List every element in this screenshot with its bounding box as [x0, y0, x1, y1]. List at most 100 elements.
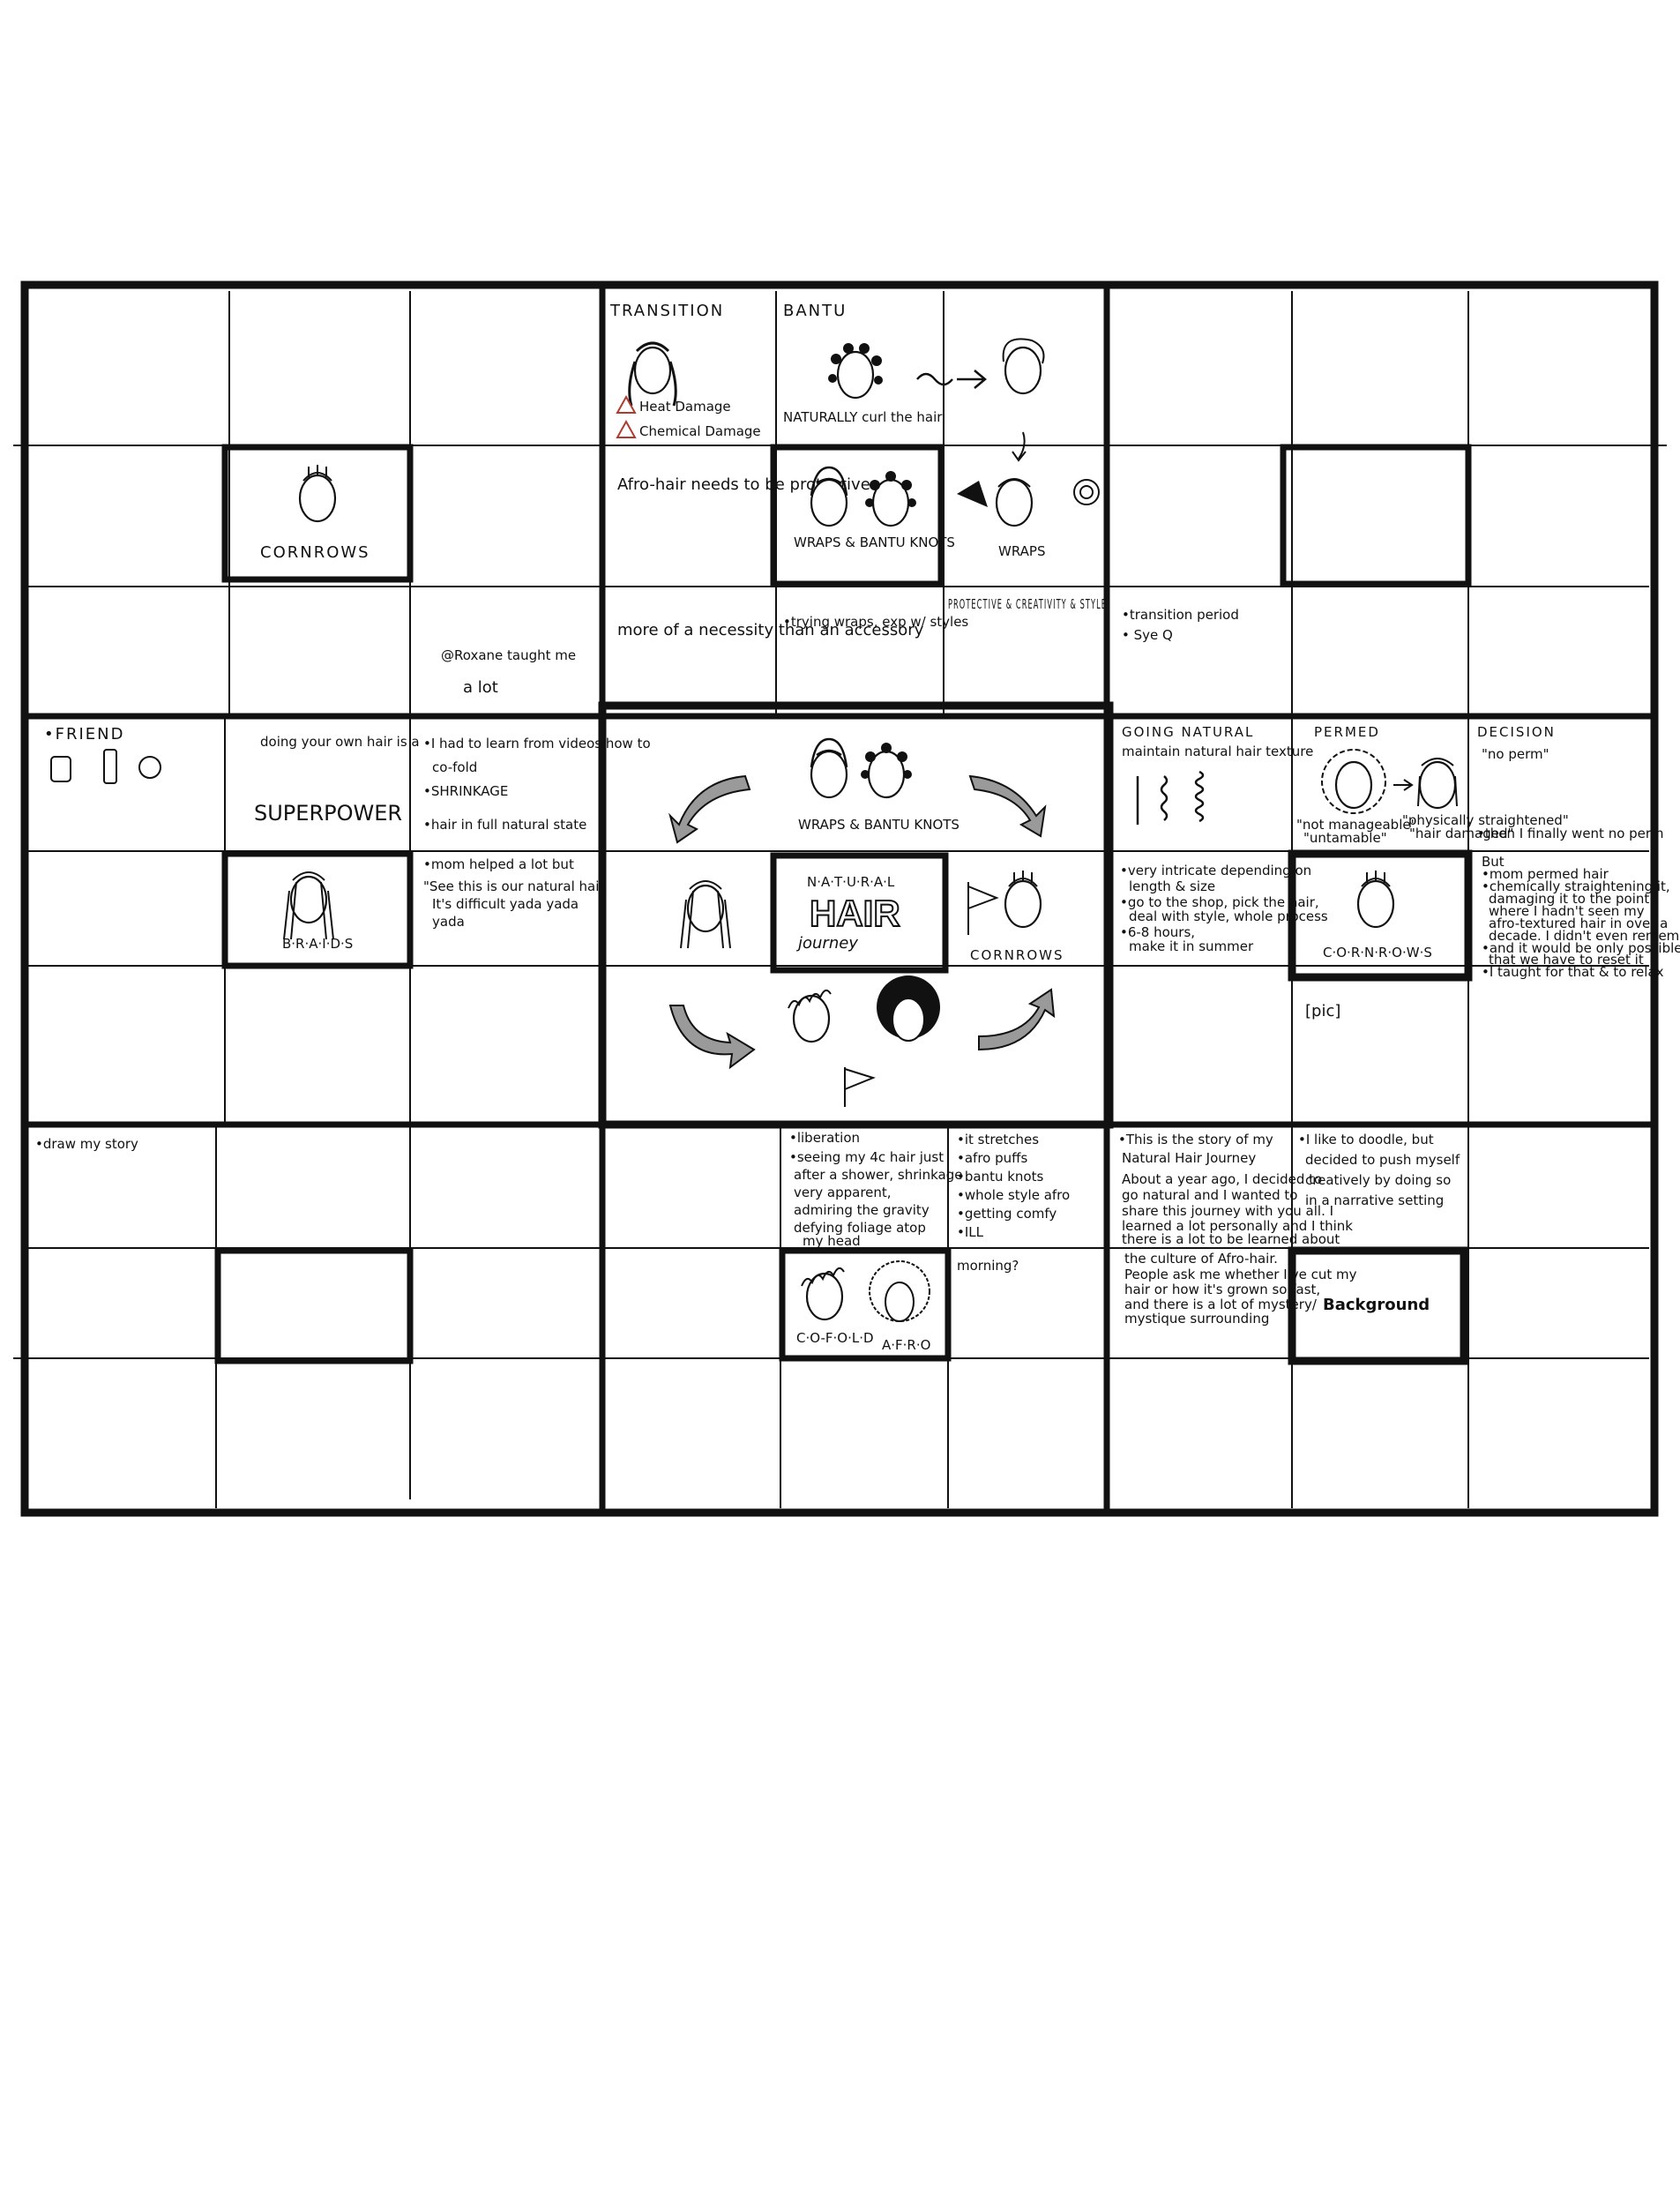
- story-line-2: go natural and I wanted to: [1122, 1187, 1297, 1203]
- decision-title: DECISION: [1477, 724, 1556, 740]
- learn-note-4: •hair in full natural state: [423, 817, 586, 833]
- title-top: N·A·T·U·R·A·L: [807, 874, 895, 890]
- cornrows-label: C·O·R·N·R·O·W·S: [1323, 945, 1432, 960]
- afro-label: A·F·R·O: [882, 1337, 930, 1353]
- story-line-1: About a year ago, I decided to: [1122, 1171, 1322, 1187]
- going-natural-title: GOING NATURAL: [1122, 724, 1254, 740]
- middle-left-quadrant: •FRIEND doing your own hair is a SUPERPO…: [44, 725, 651, 969]
- curl-arrow-icon: [916, 370, 987, 389]
- learn-note-1: •I had to learn from videos how to: [423, 736, 651, 751]
- intricate-note-6: make it in summer: [1129, 938, 1254, 954]
- right-arrow-icon: [1393, 779, 1414, 791]
- intricate-note-1: •very intricate depending on: [1120, 863, 1311, 878]
- transition-period-note: •transition period: [1122, 607, 1239, 623]
- wraps-bantu-frame: [770, 444, 945, 587]
- curved-arrow-icon: [668, 774, 751, 844]
- style-note-5: •getting comfy: [957, 1206, 1057, 1222]
- learn-note-3: •SHRINKAGE: [423, 783, 508, 799]
- decision-note: "no perm": [1482, 746, 1549, 762]
- intricate-note-4: deal with style, whole process: [1129, 908, 1328, 924]
- mom-note-2: "See this is our natural hair.: [423, 878, 608, 894]
- pic-label: [pic]: [1305, 1002, 1340, 1020]
- braids-head-icon: [283, 871, 334, 940]
- liberation-note-4: very apparent,: [794, 1185, 892, 1200]
- bantu-caption: NATURALLY curl the hair: [783, 409, 943, 425]
- wrap-scarf-icon: [957, 478, 1100, 527]
- culture-line-2: People ask me whether I've cut my: [1124, 1267, 1357, 1282]
- superpower-word: SUPERPOWER: [254, 801, 402, 826]
- cornrows-label: CORNROWS: [970, 947, 1064, 963]
- bantu-knots-head-icon: [865, 471, 916, 527]
- mom-note-4: yada: [432, 914, 465, 930]
- style-note-2: •afro puffs: [957, 1150, 1027, 1166]
- cofold-label: C·O-F·O·L·D: [796, 1330, 874, 1346]
- story-grid-board: CORNROWS @Roxane taught me a lot TRANSIT…: [13, 280, 1680, 1517]
- loose-hair-head-icon: [1002, 338, 1045, 395]
- top-right-quadrant: •transition period • Sye Q: [1122, 444, 1472, 643]
- style-note-1: •it stretches: [957, 1132, 1039, 1147]
- culture-line-5: mystique surrounding: [1124, 1311, 1269, 1327]
- story-title: •This is the story of my: [1118, 1132, 1273, 1147]
- but-note-10: •I taught for that & to relax: [1482, 964, 1664, 980]
- top-left-quadrant: CORNROWS @Roxane taught me a lot: [221, 444, 576, 697]
- morning-note: morning?: [957, 1258, 1019, 1274]
- story-line-3: share this journey with you all. I: [1122, 1203, 1333, 1219]
- permed-caption-2: "untamable": [1303, 830, 1387, 846]
- permed-title: PERMED: [1314, 724, 1380, 740]
- cornrows-head-icon: [1356, 871, 1395, 929]
- doodle-line-2: decided to push myself: [1305, 1152, 1460, 1168]
- bottom-center-quadrant: •liberation •seeing my 4c hair just afte…: [779, 1130, 1070, 1362]
- cornrows-label: CORNROWS: [260, 543, 370, 562]
- empty-frame: [1280, 444, 1472, 587]
- bantu-title: BANTU: [783, 302, 847, 320]
- draw-story-note: •draw my story: [35, 1136, 138, 1152]
- flag-icon: [844, 1067, 876, 1107]
- title-main: HAIR: [810, 893, 900, 934]
- liberation-note-3: after a shower, shrinkage: [794, 1167, 962, 1183]
- final-note: •then I finally went no perm: [1477, 826, 1663, 841]
- intricate-note-2: length & size: [1129, 878, 1215, 894]
- syeq-note: • Sye Q: [1122, 627, 1173, 643]
- transition-title: TRANSITION: [609, 302, 724, 320]
- empty-frame: [214, 1247, 414, 1364]
- wrap-head-icon: [810, 737, 848, 799]
- afro-head-icon: [877, 975, 940, 1042]
- flag-icon: [967, 882, 999, 935]
- cofold-head-icon: [788, 989, 832, 1043]
- liberation-note-2: •seeing my 4c hair just: [789, 1149, 944, 1165]
- liberation-note-5: admiring the gravity: [794, 1202, 930, 1218]
- doodle-line-4: in a narrative setting: [1305, 1192, 1444, 1208]
- trying-wraps-note: •trying wraps, exp w/ styles: [783, 614, 968, 630]
- top-center-quadrant: TRANSITION Heat Damage Chemical Damage B…: [609, 302, 1107, 639]
- hair-texture-icon: [1136, 770, 1205, 825]
- liberation-note-1: •liberation: [789, 1130, 860, 1146]
- transition-head-icon: [628, 341, 677, 407]
- middle-right-quadrant: GOING NATURAL maintain natural hair text…: [1120, 724, 1680, 1020]
- going-natural-note: maintain natural hair texture: [1122, 744, 1313, 759]
- cornrows-head-icon: [298, 465, 337, 523]
- braids-head-icon: [680, 880, 731, 949]
- heat-damage-note: Heat Damage: [639, 399, 731, 415]
- wraps-label: WRAPS: [998, 543, 1045, 559]
- bantu-knots-head-icon: [828, 343, 883, 400]
- afro-head-icon: [869, 1260, 930, 1322]
- style-note-4: •whole style afro: [957, 1187, 1070, 1203]
- hair-products-icon: [50, 749, 161, 784]
- wraps-bantu-label: WRAPS & BANTU KNOTS: [794, 534, 955, 550]
- chemical-damage-note: Chemical Damage: [639, 423, 761, 439]
- style-note-3: •bantu knots: [957, 1169, 1043, 1185]
- center-quadrant: WRAPS & BANTU KNOTS N·A·T·U·R·A·L HAIR j…: [668, 737, 1064, 1107]
- doodle-line-1: •I like to doodle, but: [1298, 1132, 1434, 1147]
- background-label: Background: [1323, 1296, 1430, 1314]
- title-bottom: journey: [795, 934, 858, 953]
- warning-icon: [616, 394, 637, 438]
- protective-note: PROTECTIVE & CREATIVITY & STYLE: [948, 596, 1107, 612]
- curved-arrow-icon: [668, 1005, 756, 1070]
- culture-line-1: the culture of Afro-hair.: [1124, 1251, 1278, 1267]
- story-line-5: there is a lot to be learned about: [1122, 1231, 1340, 1247]
- permed-head-icon: [1321, 749, 1386, 814]
- cornrows-head-icon: [1004, 871, 1042, 929]
- straight-hair-head-icon: [1417, 758, 1458, 810]
- mom-note-3: It's difficult yada yada: [432, 896, 579, 912]
- learn-note-2: co-fold: [432, 759, 477, 775]
